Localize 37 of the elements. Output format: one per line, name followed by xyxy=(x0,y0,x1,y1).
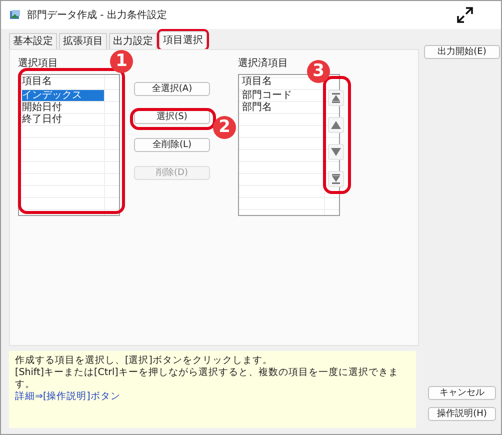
dialog-button[interactable]: 操作説明(H) xyxy=(428,407,496,421)
move-down-icon xyxy=(330,146,342,158)
app-icon xyxy=(9,9,21,21)
move-up-button[interactable] xyxy=(328,117,344,133)
callout-number: 2 xyxy=(213,116,236,139)
move-to-bottom-button[interactable] xyxy=(328,171,344,187)
hint-text: [Shift]キーまたは[Ctrl]キーを押しながら選択すると、複数の項目を一度に選択できます。 xyxy=(15,367,400,391)
list-item[interactable]: インデックス xyxy=(22,90,104,100)
tab[interactable]: 項目選択 xyxy=(159,31,207,49)
move-up-icon xyxy=(330,119,342,131)
list-item[interactable]: 部門名 xyxy=(242,102,324,112)
move-to-bottom-icon xyxy=(330,173,342,185)
list-item[interactable]: 終了日付 xyxy=(22,114,104,124)
column-header: 項目名 xyxy=(22,74,53,86)
group-label: 選択済項目 xyxy=(238,56,288,71)
move-down-button[interactable] xyxy=(328,144,344,160)
tab[interactable]: 出力設定 xyxy=(109,33,157,49)
group-label: 選択項目 xyxy=(18,57,58,71)
column-header: 項目名 xyxy=(242,74,273,86)
callout-number: 3 xyxy=(307,60,330,83)
action-button[interactable]: 選択(S) xyxy=(134,110,210,124)
move-to-top-icon xyxy=(330,92,342,104)
action-button[interactable]: 全削除(L) xyxy=(134,138,210,152)
help-link[interactable]: 詳細⇒[操作説明]ボタン xyxy=(15,391,120,402)
hint-text: 作成する項目を選択し、[選択]ボタンをクリックします。 xyxy=(15,355,274,367)
list-box[interactable]: 項目名 インデックス 開始日付 終了日付 xyxy=(18,74,120,216)
tab[interactable]: 拡張項目 xyxy=(59,33,107,49)
expand-icon[interactable] xyxy=(457,7,473,23)
dialog-button[interactable]: キャンセル xyxy=(428,386,496,400)
tab[interactable]: 基本設定 xyxy=(9,33,57,49)
action-button[interactable]: 全選択(A) xyxy=(134,82,210,96)
callout-number: 1 xyxy=(110,50,133,73)
window-title: 部門データ作成 - 出力条件設定 xyxy=(27,8,167,22)
list-item[interactable]: 開始日付 xyxy=(22,102,104,112)
list-item[interactable]: 部門コード xyxy=(242,90,324,100)
move-to-top-button[interactable] xyxy=(328,90,344,106)
start-output-button[interactable]: 出力開始(E) xyxy=(424,45,500,59)
